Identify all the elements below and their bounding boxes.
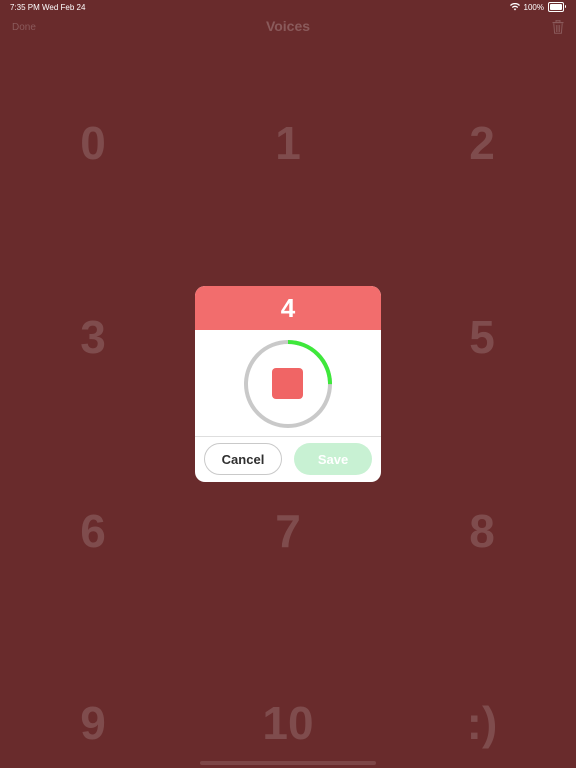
home-indicator [200, 761, 376, 765]
voice-cell-9[interactable]: 9 [33, 700, 153, 746]
voice-cell-6[interactable]: 6 [33, 508, 153, 554]
voice-cell-smiley[interactable]: :) [422, 700, 542, 746]
stop-button[interactable] [272, 368, 303, 399]
voice-cell-7[interactable]: 7 [228, 508, 348, 554]
record-dialog: 4 Cancel Save [195, 286, 381, 482]
voice-cell-8[interactable]: 8 [422, 508, 542, 554]
dialog-number: 4 [280, 292, 296, 323]
voice-cell-2[interactable]: 2 [422, 120, 542, 166]
dialog-body [195, 330, 381, 436]
dialog-header: 4 [195, 286, 381, 330]
voice-cell-10[interactable]: 10 [228, 700, 348, 746]
voice-cell-5[interactable]: 5 [422, 314, 542, 360]
cancel-button[interactable]: Cancel [204, 443, 282, 475]
dialog-actions: Cancel Save [195, 437, 381, 482]
voice-cell-3[interactable]: 3 [33, 314, 153, 360]
voice-cell-0[interactable]: 0 [33, 120, 153, 166]
voice-cell-1[interactable]: 1 [228, 120, 348, 166]
save-button[interactable]: Save [294, 443, 372, 475]
